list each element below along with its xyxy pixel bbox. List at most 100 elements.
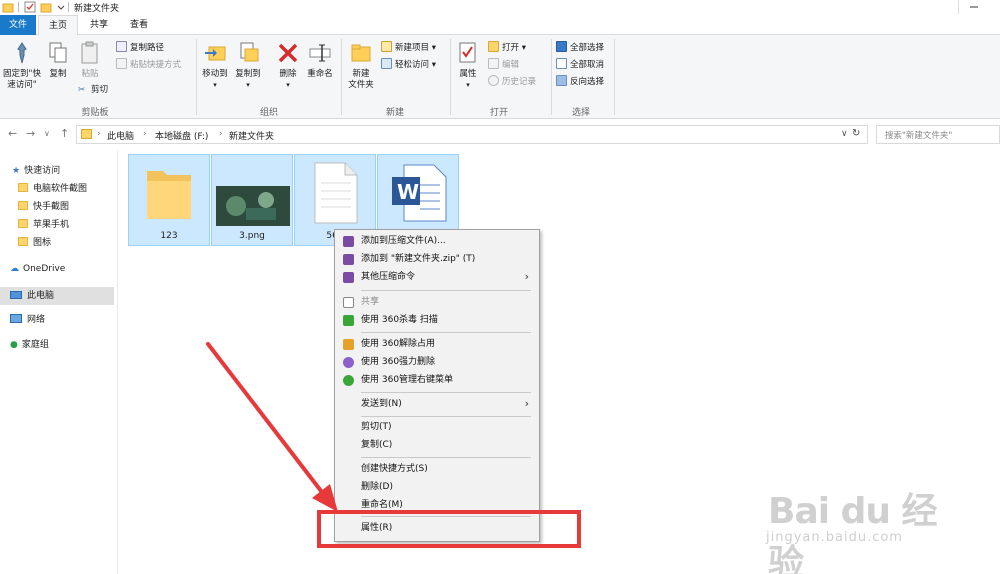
menu-item-other-compress[interactable]: 其他压缩命令 › [335, 268, 539, 286]
menu-item-360-manage[interactable]: 使用 360管理右键菜单 [335, 371, 539, 389]
copy-to-button[interactable]: 复制到 ▾ [233, 41, 263, 91]
winrar-icon [343, 236, 354, 247]
invert-selection-button[interactable]: 反向选择 [556, 75, 604, 89]
address-dropdown-icon[interactable]: ∨ [841, 129, 848, 139]
group-label-clipboard: 剪贴板 [81, 108, 109, 118]
new-folder-button[interactable]: 新建 文件夹 [344, 41, 378, 91]
refresh-icon[interactable]: ↻ [852, 128, 860, 139]
minimize-button[interactable] [958, 0, 988, 14]
manage-icon [343, 375, 354, 386]
up-arrow-icon[interactable]: ↑ [60, 127, 69, 140]
select-all-button[interactable]: 全部选择 [556, 41, 604, 55]
recent-chevron-icon[interactable]: ∨ [44, 129, 50, 138]
select-none-icon [556, 58, 567, 69]
cut-label: 剪切 [91, 85, 109, 95]
copy-label: 复制 [49, 69, 67, 79]
group-label-select: 选择 [571, 108, 590, 118]
pin-quick-access-button[interactable]: 固定到"快 速访问" [0, 41, 44, 91]
history-icon [488, 75, 499, 86]
edit-icon [488, 58, 499, 69]
menu-item-add-to-archive[interactable]: 添加到压缩文件(A)... [335, 232, 539, 250]
nav-network[interactable]: 网络 [0, 311, 114, 329]
group-divider [341, 39, 342, 115]
menu-item-add-to-zip[interactable]: 添加到 "新建文件夹.zip" (T) [335, 250, 539, 268]
window-title: 新建文件夹 [74, 4, 120, 14]
forward-arrow-icon[interactable]: → [26, 127, 35, 140]
folder-icon [18, 183, 28, 192]
breadcrumb-separator: › [97, 129, 101, 139]
menu-item-delete[interactable]: 删除(D) [335, 478, 539, 496]
delete-button[interactable]: 删除 ▾ [274, 41, 302, 91]
menu-item-share[interactable]: 共享 [335, 293, 539, 311]
move-to-button[interactable]: 移动到 ▾ [200, 41, 230, 91]
menu-item-cut[interactable]: 剪切(T) [335, 418, 539, 436]
folder-icon [147, 171, 191, 219]
tab-home[interactable]: 主页 [38, 15, 78, 36]
menu-item-360-scan[interactable]: 使用 360杀毒 扫描 [335, 311, 539, 329]
breadcrumb-drive-f[interactable]: 本地磁盘 (F:) [155, 129, 208, 142]
navigation-pane: ★ 快速访问 电脑软件截图 快手截图 苹果手机 图标 ☁ OneDrive 此电脑 … [0, 150, 118, 574]
copy-to-label: 复制到 [235, 69, 261, 79]
nav-quick-access[interactable]: ★ 快速访问 [0, 162, 114, 180]
tab-share[interactable]: 共享 [84, 15, 114, 35]
paste-button[interactable]: 粘贴 [76, 41, 104, 80]
open-button[interactable]: 打开 ▾ [488, 41, 526, 55]
delete-icon [278, 43, 298, 63]
address-bar[interactable]: › 此电脑 › 本地磁盘 (F:) › 新建文件夹 ∨ [76, 125, 868, 144]
tab-file[interactable]: 文件 [0, 15, 36, 35]
menu-item-360-shred[interactable]: 使用 360强力删除 [335, 353, 539, 371]
nav-quick-item-label: 图标 [33, 238, 52, 248]
chevron-down-icon[interactable] [56, 1, 66, 13]
easy-access-button[interactable]: 轻松访问 ▾ [381, 58, 436, 72]
cut-button[interactable]: ✂ 剪切 [78, 83, 108, 97]
menu-item-copy[interactable]: 复制(C) [335, 436, 539, 454]
properties-quick-icon[interactable] [24, 1, 36, 13]
tab-view[interactable]: 查看 [124, 15, 154, 35]
baidu-jingyan-watermark: Bai du 经验 jingyan.baidu.com [760, 464, 960, 574]
paste-shortcut-icon [116, 58, 127, 69]
new-folder-quick-icon[interactable] [40, 1, 52, 13]
invert-selection-label: 反向选择 [570, 77, 605, 87]
menu-item-create-shortcut[interactable]: 创建快捷方式(S) [335, 460, 539, 478]
open-icon [488, 41, 499, 52]
folder-icon [2, 1, 14, 13]
nav-onedrive[interactable]: ☁ OneDrive [0, 260, 114, 278]
divider [18, 2, 19, 12]
nav-this-pc[interactable]: 此电脑 [0, 287, 114, 305]
open-label: 打开 [502, 43, 520, 53]
back-arrow-icon[interactable]: ← [8, 127, 17, 140]
copy-path-button[interactable]: 复制路径 [116, 41, 164, 55]
computer-icon [10, 291, 22, 299]
menu-item-360-unlock[interactable]: 使用 360解除占用 [335, 335, 539, 353]
properties-button[interactable]: 属性 ▾ [454, 41, 482, 91]
nav-quick-item[interactable]: 图标 [0, 234, 114, 252]
nav-homegroup[interactable]: ● 家庭组 [0, 336, 114, 354]
file-item-image[interactable]: 3.png [211, 154, 293, 246]
edit-button[interactable]: 编辑 [488, 58, 519, 72]
rename-button[interactable]: 重命名 [304, 41, 336, 80]
nav-quick-item[interactable]: 苹果手机 [0, 216, 114, 234]
folder-icon [18, 237, 28, 246]
select-none-button[interactable]: 全部取消 [556, 58, 604, 72]
history-button[interactable]: 历史记录 [488, 75, 536, 89]
nav-quick-access-label: 快速访问 [24, 166, 61, 176]
nav-quick-item-label: 苹果手机 [33, 220, 70, 230]
nav-quick-item[interactable]: 电脑软件截图 [0, 180, 114, 198]
select-all-label: 全部选择 [570, 43, 605, 53]
file-item-folder[interactable]: 123 [128, 154, 210, 246]
menu-separator [361, 392, 531, 393]
paste-shortcut-button[interactable]: 粘贴快捷方式 [116, 58, 181, 72]
easy-access-icon [381, 58, 392, 69]
new-item-button[interactable]: 新建项目 ▾ [381, 41, 436, 55]
paste-shortcut-label: 粘贴快捷方式 [130, 60, 182, 70]
group-divider [551, 39, 552, 115]
search-input[interactable]: 搜索"新建文件夹" [876, 125, 1000, 144]
copy-button[interactable]: 复制 [44, 41, 72, 80]
nav-quick-item[interactable]: 快手截图 [0, 198, 114, 216]
breadcrumb-new-folder[interactable]: 新建文件夹 [229, 129, 274, 142]
star-icon: ★ [12, 166, 21, 176]
menu-item-send-to[interactable]: 发送到(N) › [335, 395, 539, 413]
watermark-url: jingyan.baidu.com [766, 530, 903, 545]
navigation-bar: ← → ∨ ↑ › 此电脑 › 本地磁盘 (F:) › 新建文件夹 ∨ ↻ 搜索… [0, 120, 1000, 148]
breadcrumb-this-pc[interactable]: 此电脑 [107, 129, 134, 142]
